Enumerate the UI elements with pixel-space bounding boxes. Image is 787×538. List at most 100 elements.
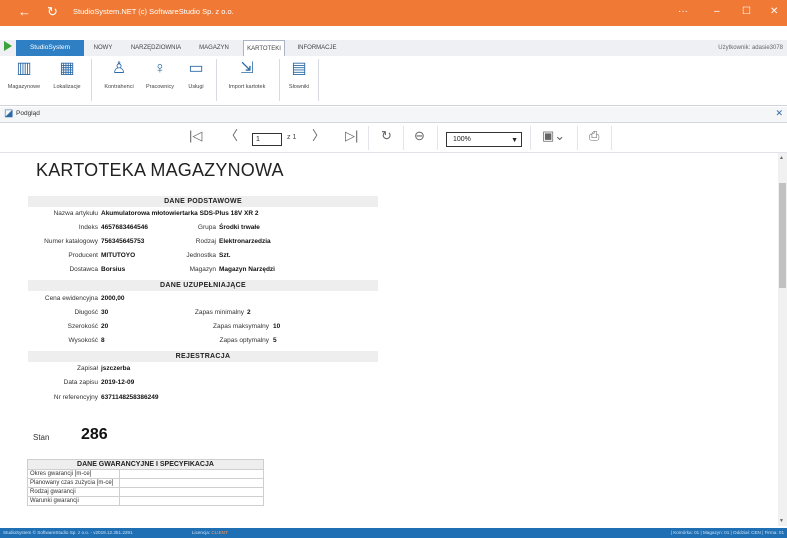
save-icon[interactable]: ▣⌄: [542, 128, 565, 144]
ribbon-divider: [279, 59, 280, 101]
field-label: Nazwa artykułu: [53, 210, 98, 217]
refresh-icon[interactable]: ↻: [47, 4, 58, 20]
building-icon: ▦: [59, 60, 75, 77]
ribbon-kontrahenci-button[interactable]: ♙ Kontrahenci: [98, 58, 140, 90]
field-label: Zapas optymalny: [219, 337, 270, 344]
first-page-icon[interactable]: |◁: [189, 128, 202, 144]
scroll-up-icon[interactable]: ▲: [779, 155, 784, 161]
table-row: Rodzaj gwarancji: [27, 487, 264, 497]
field-value: 2019-12-09: [101, 379, 135, 386]
ribbon-divider: [216, 59, 217, 101]
field-label: Zapas minimalny: [194, 309, 244, 316]
field-value: Szt.: [219, 252, 231, 259]
import-folder-icon: ⇲: [240, 60, 254, 77]
version-info: StudioSystem © SoftwareStudio Sp. z o.o.…: [3, 530, 133, 535]
stock-value: 286: [81, 426, 108, 443]
ribbon-import-kartotek-button[interactable]: ⇲ Import kartotek: [220, 58, 274, 90]
status-bar: StudioSystem © SoftwareStudio Sp. z o.o.…: [0, 528, 787, 538]
section-rejestracja: REJESTRACJA: [28, 351, 378, 362]
license-info: Licencja: CLIENT: [192, 530, 228, 535]
title-bar: ← ↻ StudioSystem.NET (c) SoftwareStudio …: [0, 0, 787, 26]
field-value: Akumulatorowa młotowiertarka SDS-Plus 18…: [101, 210, 259, 217]
field-value: Magazyn Narzędzi: [219, 266, 275, 273]
toolbar-divider: [368, 126, 369, 150]
field-label: Zapisał: [77, 365, 98, 372]
ribbon-slowniki-button[interactable]: ▤ Słowniki: [284, 58, 314, 90]
menu-bar: [0, 40, 787, 56]
page-number-input[interactable]: 1: [252, 133, 282, 146]
zoom-select[interactable]: 100% ▼: [446, 132, 522, 147]
stock-label: Stan: [33, 433, 50, 442]
tab-magazyn[interactable]: MAGAZYN: [194, 40, 234, 56]
last-page-icon[interactable]: ▷|: [345, 128, 358, 144]
refresh-report-icon[interactable]: ↻: [381, 128, 392, 144]
ribbon-pracownicy-button[interactable]: ♀ Pracownicy: [141, 58, 179, 90]
minimize-button[interactable]: –: [714, 6, 720, 18]
field-value: 6371148258386249: [101, 394, 159, 401]
warranty-table: DANE GWARANCYJNE I SPECYFIKACJA Okres gw…: [27, 459, 264, 506]
chevron-down-icon: ▼: [511, 137, 518, 144]
back-circle-icon[interactable]: ⊖: [414, 128, 425, 144]
table-row: Okres gwarancji [m-ce]: [27, 469, 264, 479]
warehouse-card-icon: ▥: [16, 60, 32, 77]
field-value: jszczerba: [101, 365, 131, 372]
panel-title: Podgląd: [16, 110, 40, 117]
tab-kartoteki[interactable]: KARTOTEKI: [243, 40, 285, 57]
report-document: KARTOTEKA MAGAZYNOWA DANE PODSTAWOWE Naz…: [0, 153, 778, 526]
money-icon: ▭: [188, 60, 204, 77]
ribbon-lokalizacje-button[interactable]: ▦ Lokalizacje: [47, 58, 87, 90]
prev-page-icon[interactable]: 〈: [225, 128, 238, 144]
close-button[interactable]: ✕: [770, 6, 778, 18]
scroll-down-icon[interactable]: ▼: [779, 518, 784, 524]
report-toolbar: [0, 123, 787, 153]
next-page-icon[interactable]: 〉: [312, 128, 325, 144]
section-dane-uzupelniajace: DANE UZUPEŁNIAJĄCE: [28, 280, 378, 291]
more-options-icon[interactable]: ···: [678, 6, 688, 18]
field-value: 8: [101, 337, 105, 344]
ribbon: ▥ Magazynowe ▦ Lokalizacje ♙ Kontrahenci ♀ P…: [0, 56, 787, 106]
field-label: Dostawca: [69, 266, 98, 273]
field-value: 2000,00: [101, 295, 125, 302]
field-value: MITUTOYO: [101, 252, 136, 259]
field-label: Długość: [74, 309, 98, 316]
field-label: Cena ewidencyjna: [44, 295, 98, 302]
preview-icon: ◪: [4, 108, 14, 119]
tab-nowy[interactable]: NOWY: [88, 40, 118, 56]
field-value: 5: [273, 337, 277, 344]
current-user: Użytkownik: adasie3078: [718, 45, 783, 51]
field-value: Elektronarzedzia: [219, 238, 271, 245]
close-panel-icon[interactable]: ✕: [775, 108, 783, 119]
vertical-scrollbar[interactable]: ▲ ▼: [778, 153, 787, 526]
app-menu-tab[interactable]: StudioSystem: [16, 40, 84, 56]
section-dane-podstawowe: DANE PODSTAWOWE: [28, 196, 378, 207]
field-label: Wysokość: [68, 337, 98, 344]
field-label: Producent: [68, 252, 98, 259]
scrollbar-thumb[interactable]: [779, 183, 786, 288]
field-label: Szerokość: [67, 323, 98, 330]
contractor-person-icon: ♙: [111, 60, 127, 77]
field-value: 30: [101, 309, 109, 316]
tab-narzedziownia[interactable]: NARZĘDZIOWNIA: [126, 40, 186, 56]
field-value: 10: [273, 323, 281, 330]
toolbar-divider: [403, 126, 404, 150]
play-icon: [4, 41, 12, 51]
field-value: 20: [101, 323, 109, 330]
context-info: | Komórka: 01 | Magazyn: 01 | Oddział: C…: [670, 530, 784, 535]
ribbon-uslugi-button[interactable]: ▭ Usługi: [180, 58, 212, 90]
field-label: Numer katalogowy: [44, 238, 98, 245]
field-value: 4657683464546: [101, 224, 148, 231]
field-value: Środki trwałe: [219, 224, 260, 231]
maximize-button[interactable]: ☐: [742, 6, 751, 18]
print-icon[interactable]: ⎙: [589, 128, 599, 144]
toolbar-divider: [577, 126, 578, 150]
ribbon-magazynowe-button[interactable]: ▥ Magazynowe: [4, 58, 44, 90]
tab-informacje[interactable]: INFORMACJE: [293, 40, 341, 56]
document-title: KARTOTEKA MAGAZYNOWA: [36, 160, 284, 180]
employee-person-icon: ♀: [154, 60, 166, 77]
back-arrow-icon[interactable]: ←: [18, 4, 31, 20]
field-label: Rodzaj: [195, 238, 216, 245]
field-label: Zapas maksymalny: [213, 323, 269, 330]
preview-panel-header: ◪ Podgląd ✕: [0, 107, 787, 123]
field-label: Nr referencyjny: [53, 394, 98, 401]
table-row: Planowany czas zużycia [m-ce]: [27, 478, 264, 488]
